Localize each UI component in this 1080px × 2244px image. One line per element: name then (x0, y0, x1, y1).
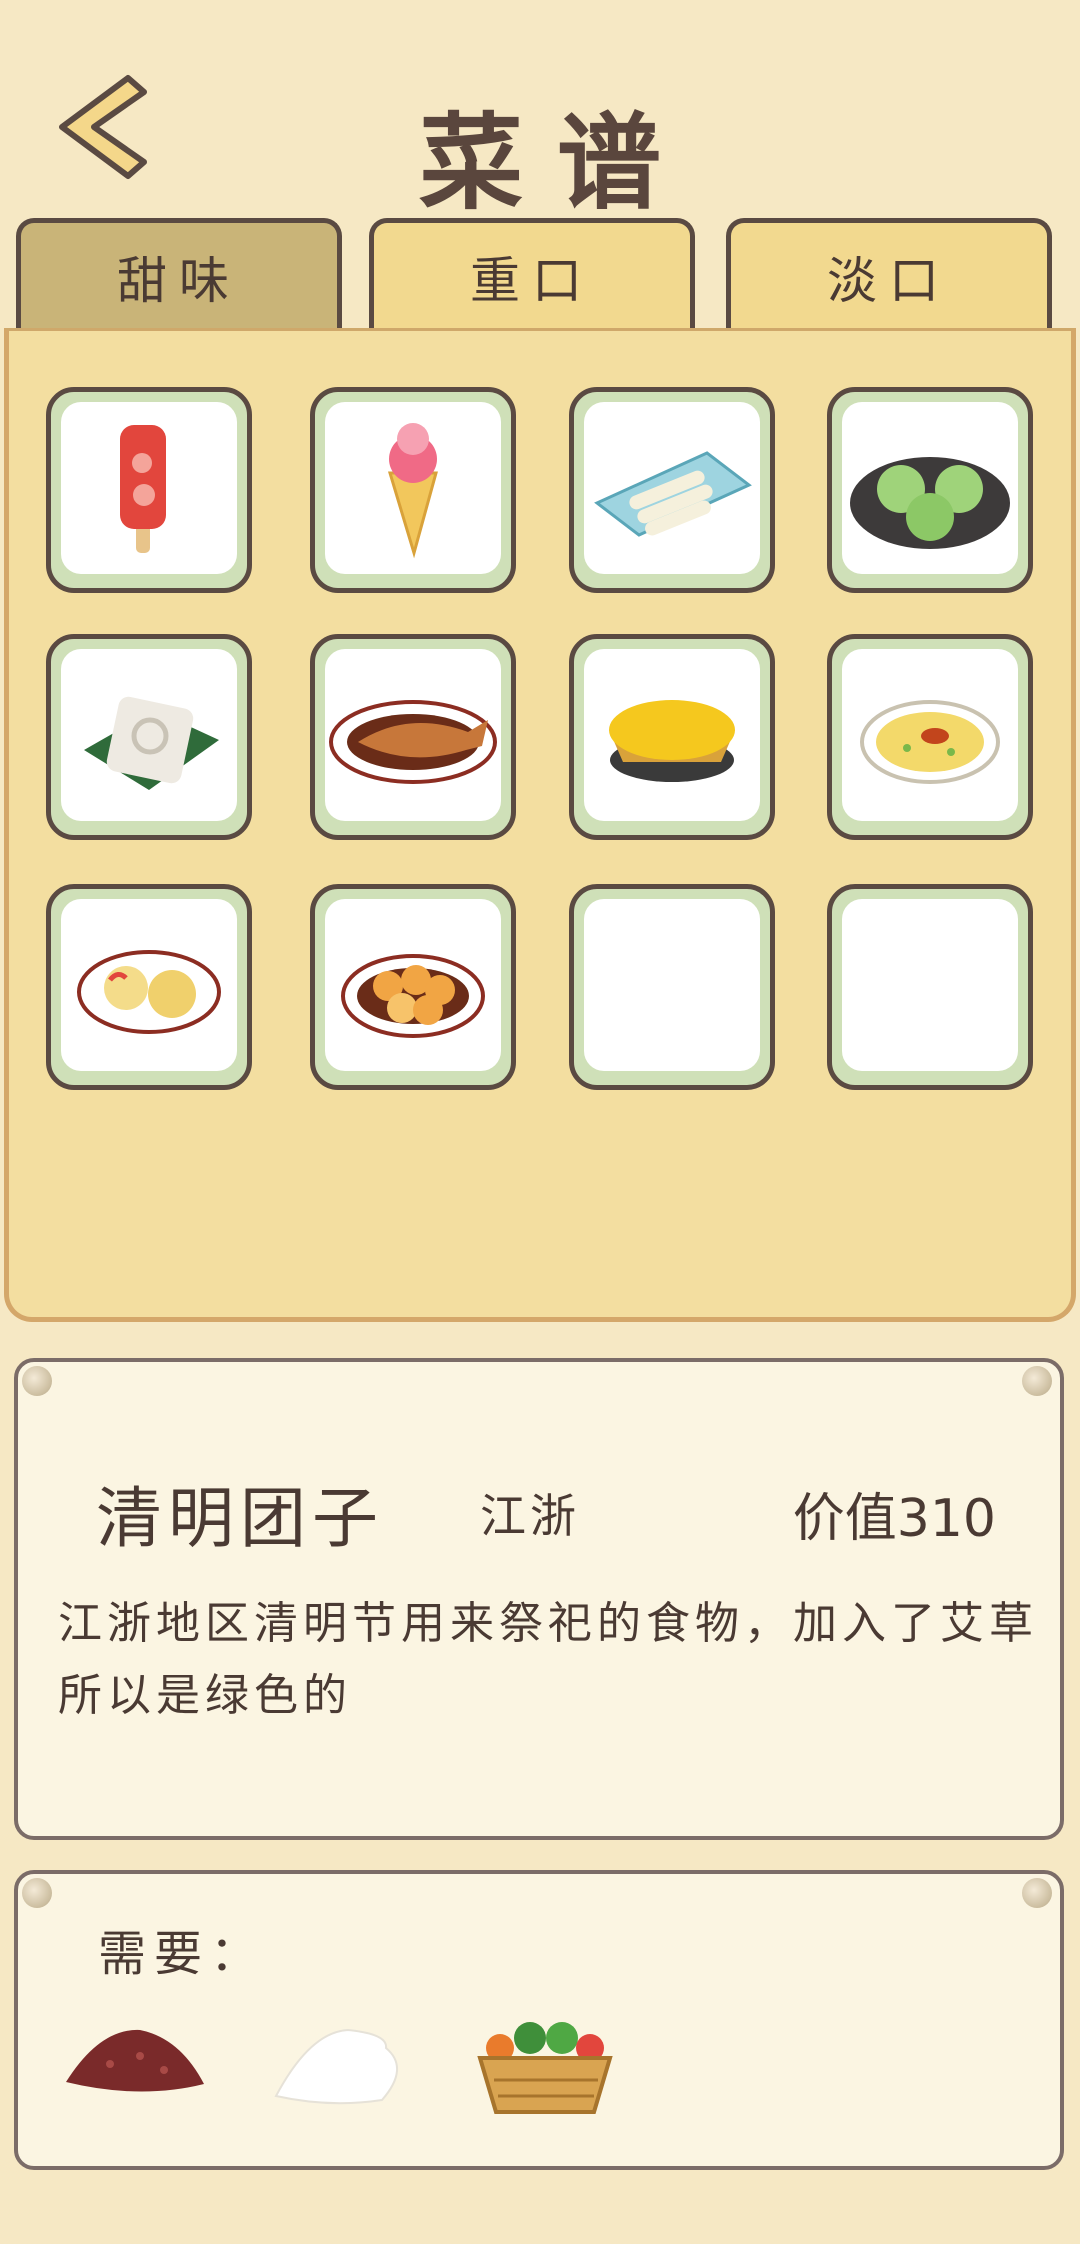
dish-value: 价值310 (792, 1489, 996, 1549)
ingredient-item[interactable] (60, 2008, 210, 2118)
pastry-plate-icon (77, 950, 221, 1034)
recipe-cell[interactable] (310, 387, 516, 593)
red-bean-paste-icon (66, 2029, 204, 2092)
pin-icon (1022, 1878, 1052, 1908)
recipe-cell-empty[interactable] (569, 884, 775, 1090)
tab-light[interactable]: 淡口 (726, 218, 1052, 330)
scrambled-egg-icon (860, 700, 1000, 784)
fried-balls-icon (341, 954, 485, 1038)
recipe-cell[interactable] (46, 634, 252, 840)
recipe-cell[interactable] (46, 387, 252, 593)
recipe-cell[interactable] (310, 634, 516, 840)
tab-heavy[interactable]: 重口 (369, 218, 695, 330)
vegetable-basket-icon (477, 2022, 613, 2114)
requirements-label: 需要： (98, 1926, 267, 1982)
white-cake-icon (84, 696, 219, 790)
page-title: 菜谱 (418, 102, 695, 224)
pin-icon (22, 1366, 52, 1396)
egg-tart-icon (609, 700, 735, 782)
pin-icon (1022, 1366, 1052, 1396)
dish-name: 清明团子 (96, 1480, 384, 1557)
recipe-cell[interactable] (569, 387, 775, 593)
braised-fish-icon (329, 700, 497, 784)
tab-label: 甜味 (117, 251, 241, 310)
flour-icon (274, 2028, 399, 2105)
recipe-cell[interactable] (827, 634, 1033, 840)
dish-region: 江浙 (480, 1489, 580, 1543)
recipe-cell[interactable] (569, 634, 775, 840)
tab-label: 重口 (470, 251, 594, 310)
tab-sweet[interactable]: 甜味 (16, 218, 342, 330)
dish-description: 江浙地区清明节用来祭祀的食物，加入了艾草所以是绿色的 (58, 1598, 1038, 1721)
ice-cream-cone-icon (387, 423, 438, 559)
popsicle-icon (120, 425, 166, 553)
recipe-cell-empty[interactable] (827, 884, 1033, 1090)
ingredient-item[interactable] (470, 2008, 620, 2118)
green-dumplings-icon (850, 457, 1010, 549)
ingredient-item[interactable] (270, 2008, 420, 2118)
recipe-cell[interactable] (310, 884, 516, 1090)
recipe-cell[interactable] (827, 387, 1033, 593)
tab-label: 淡口 (827, 251, 951, 310)
recipe-cell[interactable] (46, 884, 252, 1090)
pin-icon (22, 1878, 52, 1908)
rice-roll-icon (594, 451, 752, 537)
